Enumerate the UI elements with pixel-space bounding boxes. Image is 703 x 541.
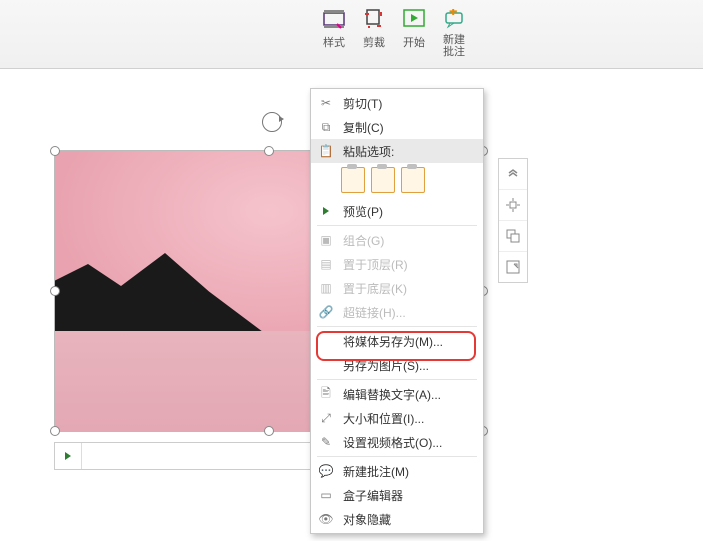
menu-alt-text[interactable]: 🖹 编辑替换文字(A)... [311, 382, 483, 406]
menu-hide-object[interactable]: 👁 对象隐藏 [311, 507, 483, 531]
filmstrip-icon [321, 6, 347, 32]
paste-option-2[interactable] [371, 167, 395, 193]
eye-off-icon: 👁 [317, 512, 335, 526]
menu-separator [317, 225, 477, 226]
clipboard-icon: 📋 [317, 144, 335, 158]
handle-s[interactable] [264, 426, 274, 436]
expand-icon [505, 259, 521, 275]
ribbon-new-comment-label: 新建 批注 [443, 34, 465, 58]
video-thumbnail-art [55, 231, 275, 341]
ribbon-new-comment-button[interactable]: ✚ 新建 批注 [435, 4, 473, 60]
menu-send-back-label: 置于底层(K) [343, 280, 473, 297]
menu-bring-front: ▤ 置于顶层(R) [311, 252, 483, 276]
menu-separator [317, 379, 477, 380]
copy-icon: ⧉ [317, 120, 335, 135]
handle-sw[interactable] [50, 426, 60, 436]
menu-new-comment[interactable]: 💬 新建批注(M) [311, 459, 483, 483]
floating-tools [498, 158, 528, 283]
overlap-icon [505, 228, 521, 244]
comment-icon: 💬 [317, 464, 335, 478]
menu-separator [317, 326, 477, 327]
link-icon: 🔗 [317, 305, 335, 319]
paste-option-1[interactable] [341, 167, 365, 193]
ribbon-start-button[interactable]: 开始 [395, 4, 433, 60]
crop-icon [361, 6, 387, 32]
play-icon [317, 207, 335, 215]
format-icon: ✎ [317, 435, 335, 449]
handle-nw[interactable] [50, 146, 60, 156]
menu-hyperlink-label: 超链接(H)... [343, 304, 473, 321]
ribbon-style-label: 样式 [323, 34, 345, 50]
play-button[interactable] [55, 443, 82, 469]
menu-paste-header-label: 粘贴选项: [343, 143, 473, 160]
menu-video-format[interactable]: ✎ 设置视频格式(O)... [311, 430, 483, 454]
alt-text-icon: 🖹 [317, 384, 335, 405]
menu-save-media[interactable]: 将媒体另存为(M)... [311, 329, 483, 353]
menu-bring-front-label: 置于顶层(R) [343, 256, 473, 273]
menu-copy[interactable]: ⧉ 复制(C) [311, 115, 483, 139]
group-icon: ▣ [317, 233, 335, 247]
menu-separator [317, 456, 477, 457]
box-icon: ▭ [317, 488, 335, 502]
new-comment-icon: ✚ [441, 6, 467, 32]
align-center-icon [505, 197, 521, 213]
paste-options-row [311, 163, 483, 199]
tool-arrange-button[interactable] [499, 221, 527, 252]
handle-n[interactable] [264, 146, 274, 156]
menu-box-editor-label: 盒子编辑器 [343, 487, 473, 504]
ribbon-crop-button[interactable]: 剪裁 [355, 4, 393, 60]
play-icon [65, 452, 71, 460]
menu-preview-label: 预览(P) [343, 203, 473, 220]
size-icon: ⤢ [317, 411, 335, 426]
menu-save-media-label: 将媒体另存为(M)... [343, 333, 473, 350]
menu-cut-label: 剪切(T) [343, 95, 473, 112]
menu-cut[interactable]: ✂ 剪切(T) [311, 91, 483, 115]
menu-hyperlink: 🔗 超链接(H)... [311, 300, 483, 324]
menu-box-editor[interactable]: ▭ 盒子编辑器 [311, 483, 483, 507]
context-menu: ✂ 剪切(T) ⧉ 复制(C) 📋 粘贴选项: 预览(P) ▣ 组合(G) ▤ … [310, 88, 484, 534]
menu-save-image[interactable]: 另存为图片(S)... [311, 353, 483, 377]
send-back-icon: ▥ [317, 281, 335, 295]
tool-collapse-button[interactable] [499, 159, 527, 190]
tool-expand-button[interactable] [499, 252, 527, 282]
menu-alt-text-label: 编辑替换文字(A)... [343, 386, 473, 403]
ribbon-style-button[interactable]: 样式 [315, 4, 353, 60]
menu-copy-label: 复制(C) [343, 119, 473, 136]
ribbon: 样式 剪裁 开始 ✚ 新建 批注 [0, 0, 703, 69]
handle-w[interactable] [50, 286, 60, 296]
bring-front-icon: ▤ [317, 257, 335, 271]
menu-save-image-label: 另存为图片(S)... [343, 357, 473, 374]
menu-paste-options-header: 📋 粘贴选项: [311, 139, 483, 163]
video-playbar[interactable] [54, 442, 336, 470]
menu-preview[interactable]: 预览(P) [311, 199, 483, 223]
menu-video-fmt-label: 设置视频格式(O)... [343, 434, 473, 451]
menu-group: ▣ 组合(G) [311, 228, 483, 252]
rotate-handle-icon[interactable] [262, 112, 282, 132]
play-slide-icon [401, 6, 427, 32]
scissors-icon: ✂ [317, 96, 335, 110]
tool-align-button[interactable] [499, 190, 527, 221]
menu-send-back: ▥ 置于底层(K) [311, 276, 483, 300]
menu-size-position[interactable]: ⤢ 大小和位置(I)... [311, 406, 483, 430]
menu-new-comment-label: 新建批注(M) [343, 463, 473, 480]
paste-option-3[interactable] [401, 167, 425, 193]
chevrons-up-icon [506, 167, 520, 181]
ribbon-crop-label: 剪裁 [363, 34, 385, 50]
ribbon-start-label: 开始 [403, 34, 425, 50]
svg-text:✚: ✚ [449, 9, 457, 18]
menu-hide-obj-label: 对象隐藏 [343, 511, 473, 528]
menu-size-pos-label: 大小和位置(I)... [343, 410, 473, 427]
menu-group-label: 组合(G) [343, 232, 473, 249]
